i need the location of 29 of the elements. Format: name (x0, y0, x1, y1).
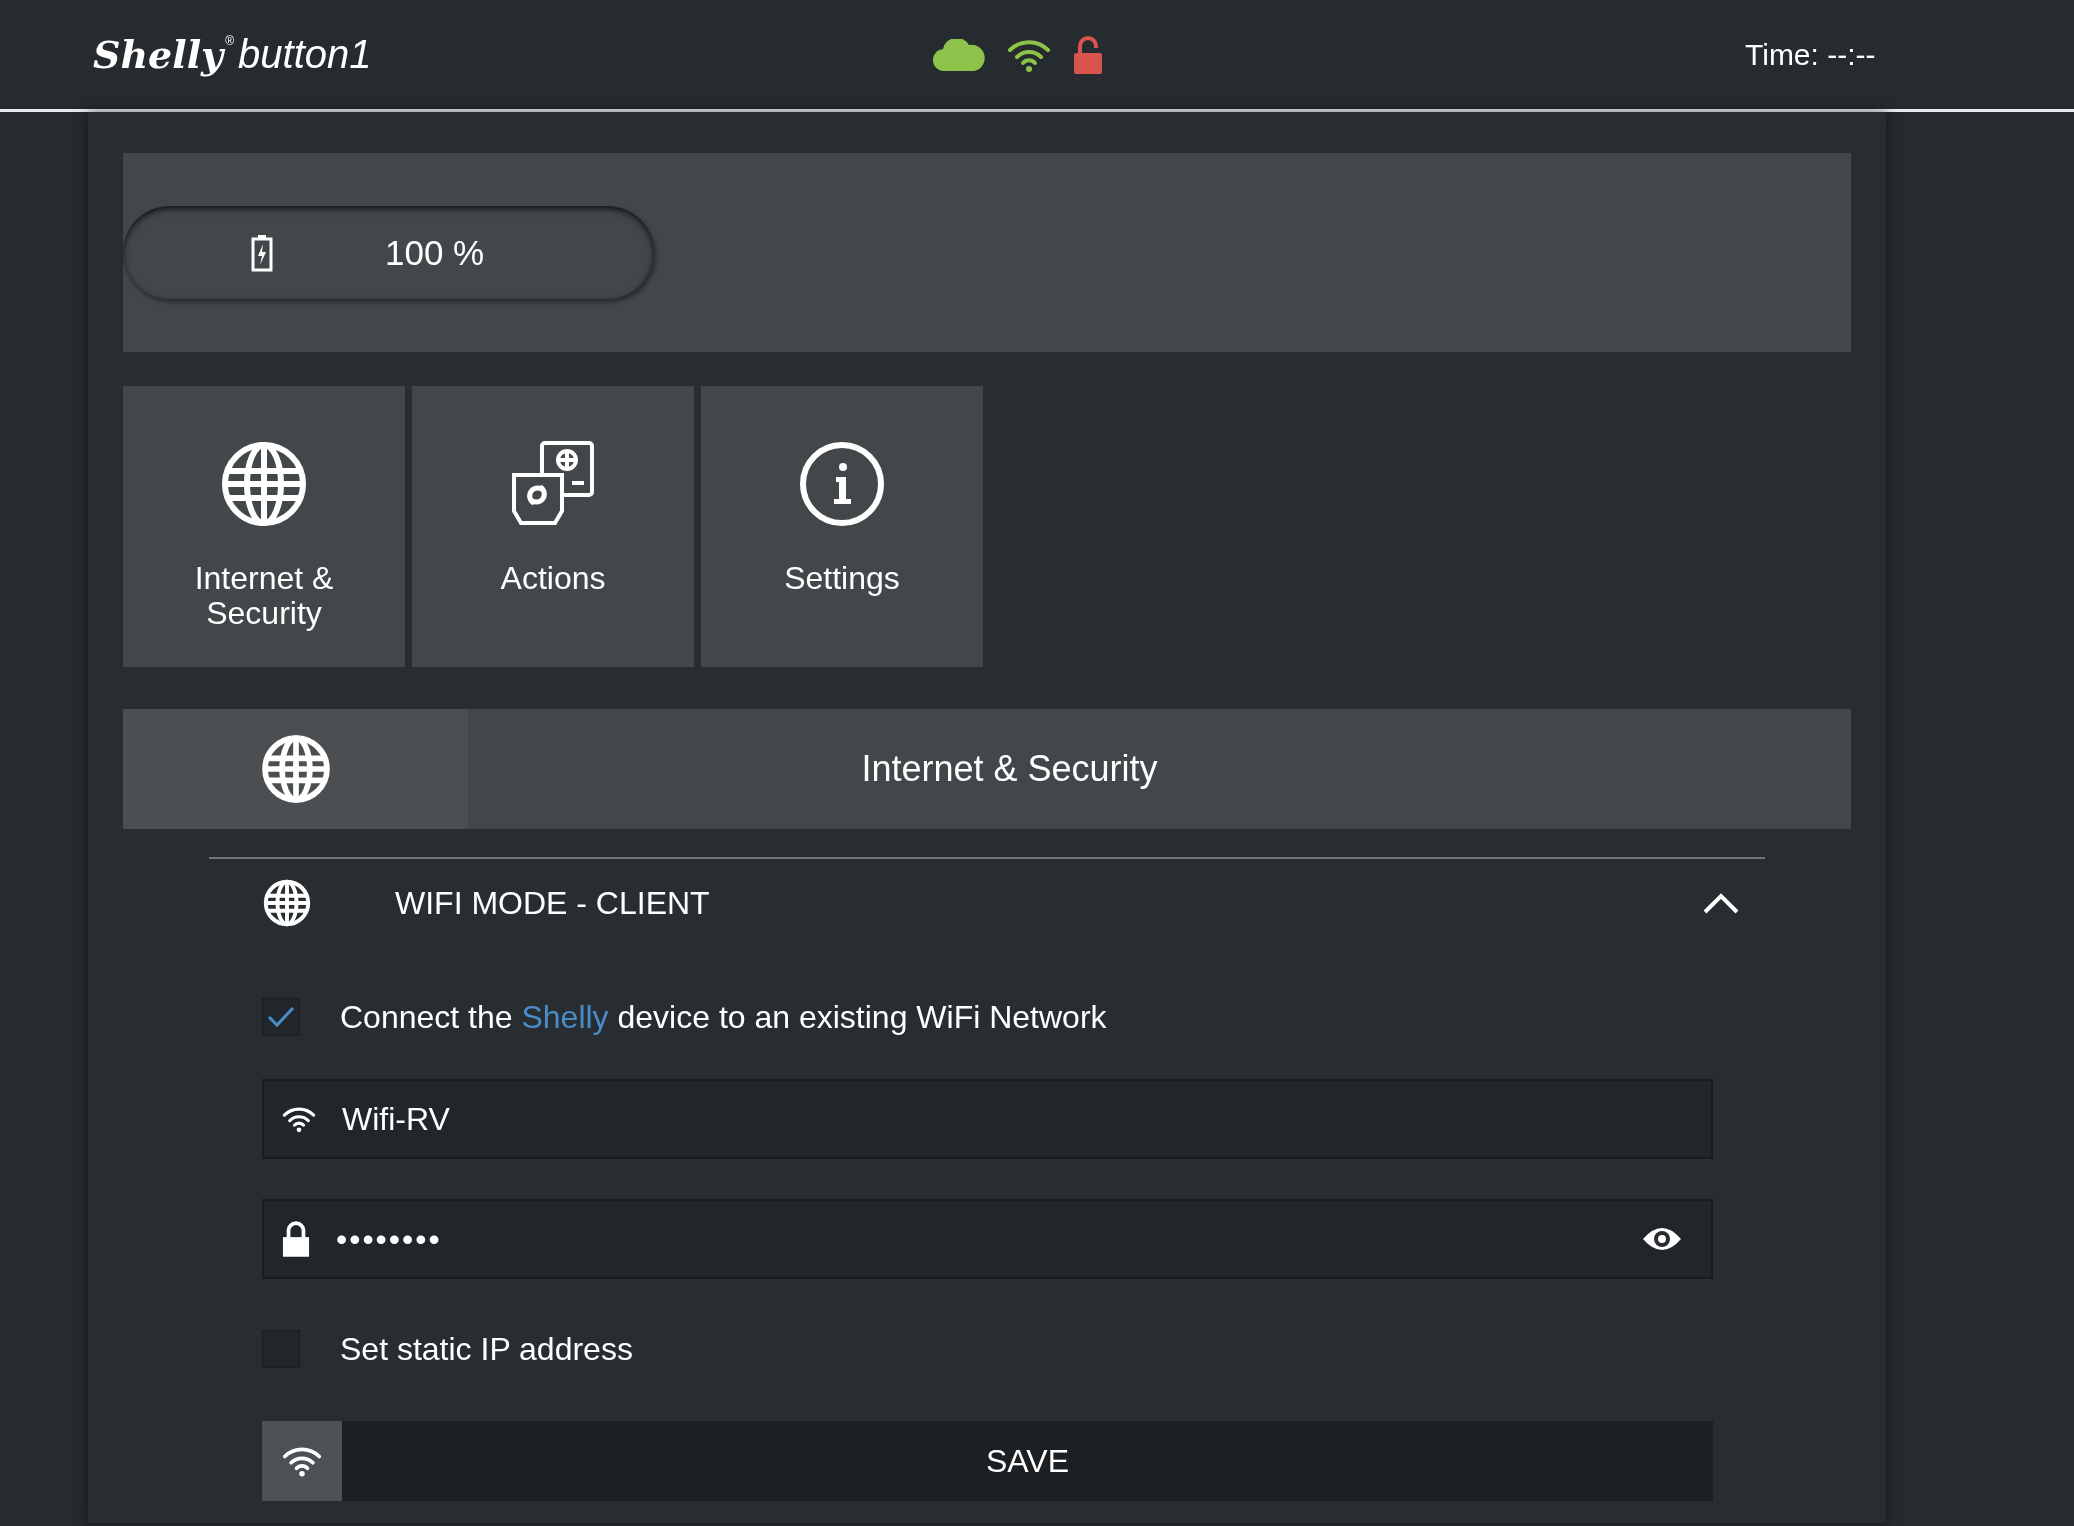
brand-logo: Shelly (93, 32, 224, 77)
time-label: Time: --:-- (1745, 37, 1876, 72)
info-icon (799, 441, 885, 527)
accordion-header[interactable]: WIFI MODE - CLIENT (209, 859, 1765, 947)
chevron-icon (1703, 892, 1739, 914)
padlock-icon (282, 1221, 310, 1257)
globe-icon (263, 879, 311, 927)
checkbox-label: Connect the Shelly device to an existing WiFi Network (340, 998, 1107, 1036)
battery-reading: 100 % (385, 232, 485, 273)
brand-link[interactable]: Shelly (521, 998, 609, 1035)
section-title: Internet & Security (860, 748, 1159, 790)
menu-tile[interactable]: Actions (412, 386, 694, 667)
eye-icon[interactable] (1641, 1225, 1683, 1253)
menu-tile[interactable]: Internet & Security (123, 386, 405, 667)
save-button[interactable]: SAVE (342, 1421, 1713, 1501)
check-icon (266, 1005, 296, 1029)
globe-icon (221, 441, 307, 527)
battery-icon (251, 233, 273, 272)
devices-icon (510, 441, 596, 527)
registered-mark: ® (225, 34, 235, 48)
panel-title: WIFI MODE - CLIENT (395, 884, 711, 922)
checkbox[interactable] (262, 998, 300, 1036)
globe-icon (260, 734, 331, 804)
device-name: button1 (238, 32, 372, 77)
wifi-icon (282, 1105, 316, 1133)
network-name-field[interactable]: Wifi-RV (262, 1079, 1713, 1159)
password-field[interactable]: •••••••• (262, 1199, 1713, 1279)
checkbox-label: Set static IP address (340, 1330, 633, 1368)
menu-tile[interactable]: Settings (701, 386, 983, 667)
